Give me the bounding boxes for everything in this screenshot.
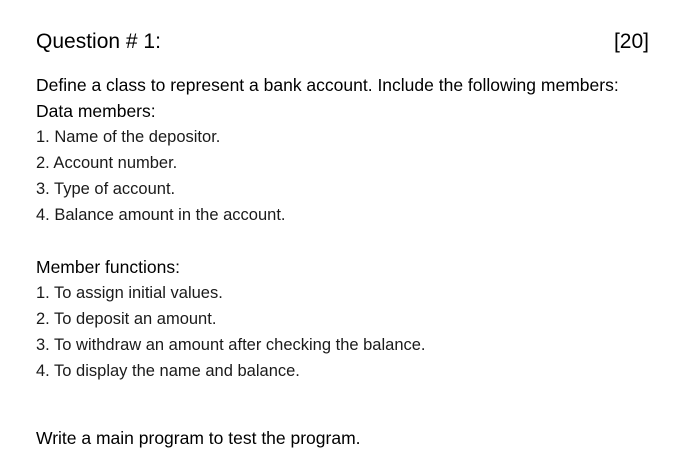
document-page: Question # 1: [20] Define a class to rep…	[0, 0, 695, 470]
list-item: 4. Balance amount in the account.	[36, 206, 286, 224]
member-functions-heading: Member functions:	[36, 257, 180, 277]
member-functions-section: Member functions: 1. To assign initial v…	[36, 254, 426, 384]
list-item: 1. Name of the depositor.	[36, 128, 221, 146]
list-item: 2. To deposit an amount.	[36, 310, 217, 328]
closing-instruction: Write a main program to test the program…	[36, 428, 361, 448]
list-item: 2. Account number.	[36, 154, 178, 172]
question-title: Question # 1:	[36, 30, 161, 53]
question-intro: Define a class to represent a bank accou…	[36, 75, 619, 95]
list-item: 1. To assign initial values.	[36, 284, 223, 302]
member-functions-list: 1. To assign initial values. 2. To depos…	[36, 280, 426, 384]
question-header: Question # 1: [20]	[36, 28, 649, 56]
list-item: 3. Type of account.	[36, 180, 176, 198]
list-item: 3. To withdraw an amount after checking …	[36, 336, 426, 354]
data-members-list: 1. Name of the depositor. 2. Account num…	[36, 124, 286, 228]
question-marks: [20]	[613, 30, 649, 53]
data-members-heading: Data members:	[36, 101, 156, 121]
data-members-section: Data members: 1. Name of the depositor. …	[36, 98, 286, 228]
list-item: 4. To display the name and balance.	[36, 362, 300, 380]
